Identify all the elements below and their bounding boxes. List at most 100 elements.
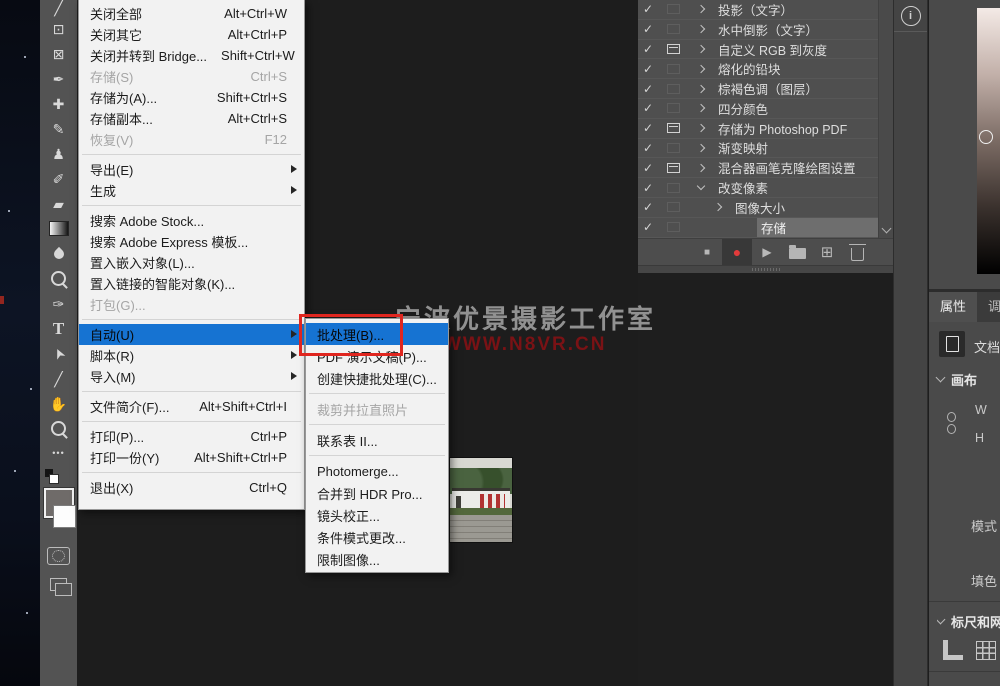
new-action-button[interactable]: ⊞	[816, 239, 838, 265]
menu-item[interactable]: 自动(U)	[79, 324, 304, 345]
expand-arrow-icon[interactable]	[688, 105, 714, 111]
dialog-toggle-icon[interactable]	[658, 44, 688, 54]
check-icon[interactable]	[638, 220, 658, 234]
partial-tool-icon[interactable]: ╱	[40, 0, 77, 16]
screen-mode-button[interactable]	[50, 578, 67, 591]
submenu-item[interactable]	[306, 389, 448, 398]
dialog-toggle-icon[interactable]	[658, 183, 688, 193]
photo-thumbnail[interactable]	[450, 458, 512, 542]
action-row[interactable]: 水中倒影（文字）	[638, 20, 879, 40]
expand-arrow-icon[interactable]	[688, 6, 714, 12]
expand-arrow-icon[interactable]	[688, 186, 714, 189]
submenu-item[interactable]: 镜头校正...	[306, 504, 448, 526]
action-row[interactable]: 存储为 Photoshop PDF	[638, 119, 879, 139]
canvas-section-header[interactable]: 画布	[937, 370, 977, 389]
menu-item[interactable]: 打印一份(Y) Alt+Shift+Ctrl+P	[79, 447, 304, 468]
menu-item[interactable]: 搜索 Adobe Express 模板...	[79, 231, 304, 252]
document-button[interactable]	[939, 331, 965, 357]
line-tool-icon[interactable]: ╱	[40, 366, 77, 391]
menu-item[interactable]: 文件简介(F)... Alt+Shift+Ctrl+I	[79, 396, 304, 417]
check-icon[interactable]	[638, 82, 658, 96]
menu-item[interactable]	[79, 468, 304, 477]
dialog-toggle-icon[interactable]	[658, 24, 688, 34]
expand-arrow-icon[interactable]	[688, 125, 714, 131]
menu-item[interactable]: 置入嵌入对象(L)...	[79, 252, 304, 273]
crop-tool-icon[interactable]: ⊡	[40, 16, 77, 41]
expand-arrow-icon[interactable]	[688, 66, 714, 72]
check-icon[interactable]	[638, 141, 658, 155]
menu-item[interactable]: 打印(P)... Ctrl+P	[79, 426, 304, 447]
menu-item[interactable]: 脚本(R)	[79, 345, 304, 366]
tab-adjustments[interactable]: 调整	[977, 292, 1000, 322]
hand-tool-icon[interactable]: ✋	[40, 391, 77, 416]
action-row[interactable]: 图像大小	[638, 198, 879, 218]
expand-arrow-icon[interactable]	[688, 26, 714, 32]
expand-arrow-icon[interactable]	[688, 86, 714, 92]
menu-item[interactable]	[79, 387, 304, 396]
dialog-toggle-icon[interactable]	[658, 123, 688, 133]
menu-item[interactable]: 生成	[79, 180, 304, 201]
action-row[interactable]: 棕褐色调（图层）	[638, 79, 879, 99]
expand-arrow-icon[interactable]	[688, 145, 714, 151]
dialog-toggle-icon[interactable]	[658, 84, 688, 94]
menu-item[interactable]	[79, 201, 304, 210]
dialog-toggle-icon[interactable]	[658, 64, 688, 74]
path-select-tool-icon[interactable]: ➤	[40, 341, 77, 366]
action-row[interactable]: 改变像素	[638, 178, 879, 198]
action-row[interactable]: 四分颜色	[638, 99, 879, 119]
scroll-down-arrow-icon[interactable]	[879, 222, 893, 238]
check-icon[interactable]	[638, 200, 658, 214]
background-color-swatch[interactable]	[53, 505, 76, 528]
menu-item[interactable]	[79, 315, 304, 324]
submenu-item[interactable]: 合并到 HDR Pro...	[306, 482, 448, 504]
rulers-section-header[interactable]: 标尺和网格	[937, 612, 1000, 631]
submenu-item[interactable]: 联系表 II...	[306, 429, 448, 451]
panel-resize-grip[interactable]	[638, 265, 893, 273]
submenu-item[interactable]	[306, 420, 448, 429]
dodge-tool-icon[interactable]	[40, 266, 77, 291]
play-button[interactable]: ▶	[756, 239, 778, 265]
action-row[interactable]: 熔化的铅块	[638, 59, 879, 79]
stop-button[interactable]: ■	[696, 239, 718, 265]
menu-item[interactable]: 退出(X) Ctrl+Q	[79, 477, 304, 498]
dialog-toggle-icon[interactable]	[658, 103, 688, 113]
history-brush-tool-icon[interactable]: ✐	[40, 166, 77, 191]
submenu-item[interactable]: 限制图像...	[306, 548, 448, 570]
menu-item[interactable]: 搜索 Adobe Stock...	[79, 210, 304, 231]
dialog-toggle-icon[interactable]	[658, 222, 688, 232]
menu-item[interactable]: 导出(E)	[79, 159, 304, 180]
menu-item[interactable]: 存储为(A)... Shift+Ctrl+S	[79, 87, 304, 108]
color-marker-icon[interactable]	[979, 130, 993, 144]
blur-tool-icon[interactable]	[40, 241, 77, 266]
submenu-item[interactable]: 裁剪并拉直照片	[306, 398, 448, 420]
menu-item[interactable]: 恢复(V) F12	[79, 129, 304, 150]
quick-mask-button[interactable]	[47, 547, 70, 565]
gradient-tool-icon[interactable]	[40, 216, 77, 241]
menu-item[interactable]: 存储(S) Ctrl+S	[79, 66, 304, 87]
menu-item[interactable]: 置入链接的智能对象(K)...	[79, 273, 304, 294]
action-row[interactable]: 自定义 RGB 到灰度	[638, 40, 879, 60]
info-panel-button[interactable]: i	[894, 0, 927, 32]
submenu-item[interactable]	[306, 451, 448, 460]
action-row[interactable]: 渐变映射	[638, 139, 879, 159]
more-tools-icon[interactable]: •••	[40, 441, 77, 466]
check-icon[interactable]	[638, 101, 658, 115]
dialog-toggle-icon[interactable]	[658, 4, 688, 14]
expand-arrow-icon[interactable]	[688, 46, 714, 52]
check-icon[interactable]	[638, 42, 658, 56]
action-row[interactable]: 投影（文字）	[638, 0, 879, 20]
brush-tool-icon[interactable]: ✎	[40, 116, 77, 141]
record-button[interactable]: ●	[722, 239, 752, 265]
healing-brush-tool-icon[interactable]: ✚	[40, 91, 77, 116]
check-icon[interactable]	[638, 181, 658, 195]
check-icon[interactable]	[638, 62, 658, 76]
dialog-toggle-icon[interactable]	[658, 163, 688, 173]
expand-arrow-icon[interactable]	[688, 165, 714, 171]
menu-item[interactable]: 导入(M)	[79, 366, 304, 387]
frame-tool-icon[interactable]: ⊠	[40, 41, 77, 66]
submenu-item[interactable]: 条件模式更改...	[306, 526, 448, 548]
menu-item[interactable]: 关闭其它 Alt+Ctrl+P	[79, 24, 304, 45]
expand-arrow-icon[interactable]	[705, 204, 731, 210]
new-set-button[interactable]	[786, 239, 808, 265]
check-icon[interactable]	[638, 2, 658, 16]
